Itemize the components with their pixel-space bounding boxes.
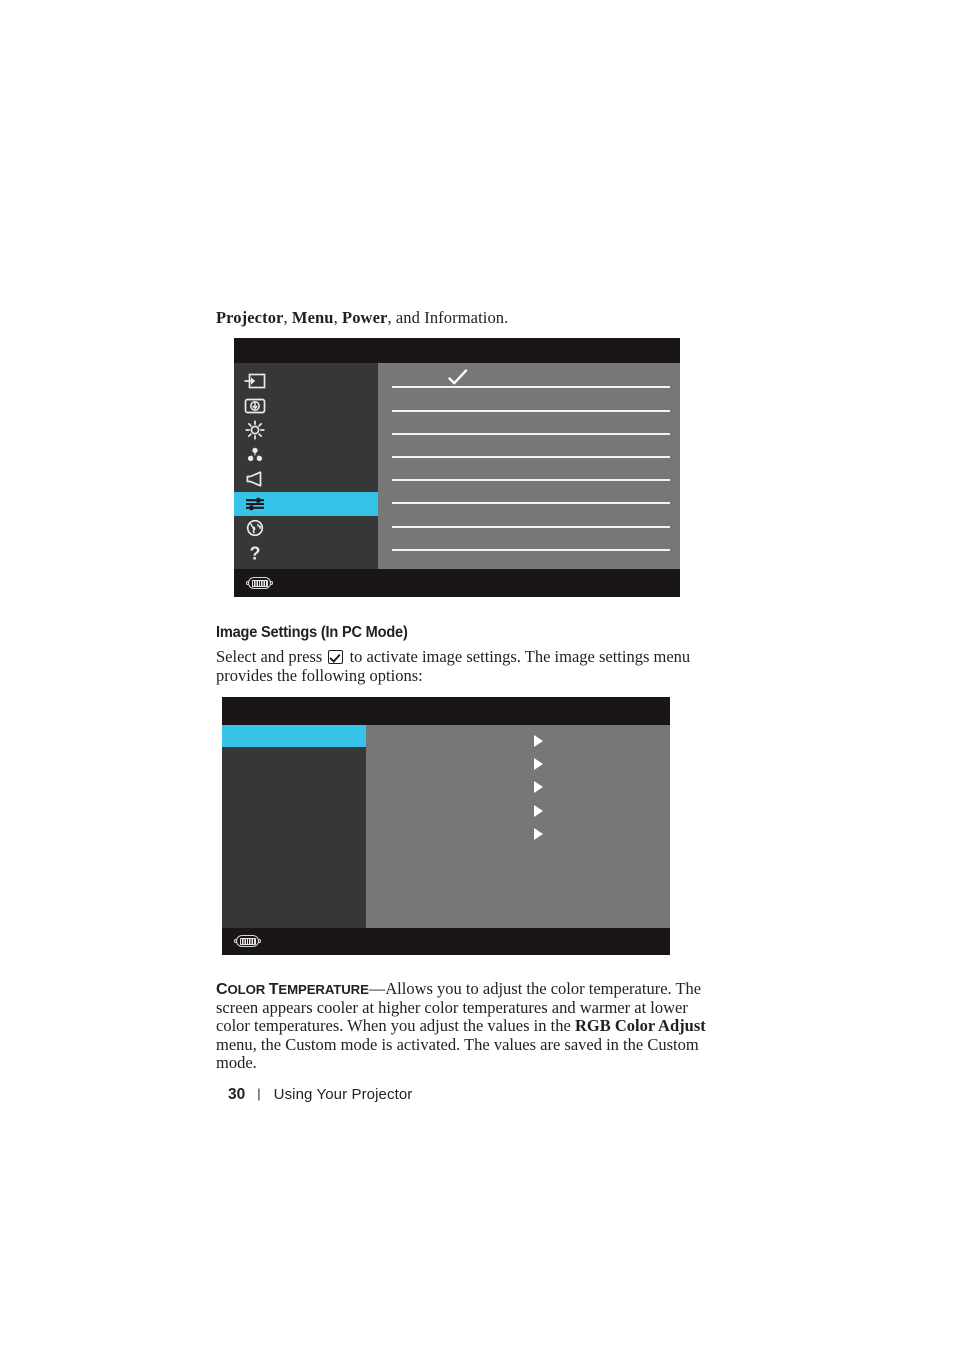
- submenu-arrow-1[interactable]: [534, 733, 543, 756]
- image-settings-description: Select and press to activate image setti…: [216, 647, 716, 685]
- para2-text-after-bold: menu, the Custom mode is activated. The …: [216, 1034, 699, 1072]
- term-dash: —: [368, 979, 386, 998]
- intro-tail: , and Information.: [387, 308, 509, 327]
- menu-row-4[interactable]: [222, 791, 366, 813]
- sidebar-item-auto-adjust[interactable]: [234, 394, 378, 419]
- osd-body: ?: [234, 363, 680, 569]
- display-settings-icon: [242, 493, 268, 515]
- vga-connector-icon: [246, 577, 273, 589]
- submenu-arrow-5[interactable]: [534, 826, 543, 849]
- osd2-body: [222, 725, 670, 928]
- chevron-right-icon: [534, 827, 543, 840]
- osd-options-panel: [378, 363, 680, 569]
- separator-line: [392, 456, 670, 458]
- intro-comma-1: ,: [283, 308, 292, 327]
- chevron-right-icon: [534, 758, 543, 771]
- submenu-arrow-4[interactable]: [534, 803, 543, 826]
- footer-separator: |: [257, 1086, 261, 1101]
- sidebar-item-color-settings[interactable]: [234, 443, 378, 468]
- chevron-right-icon: [534, 804, 543, 817]
- osd-title-bar: [234, 338, 680, 363]
- submenu-arrow-3[interactable]: [534, 779, 543, 802]
- osd2-footer-bar: [222, 928, 670, 955]
- menu-row-3[interactable]: [222, 769, 366, 791]
- sidebar-item-help[interactable]: ?: [234, 541, 378, 566]
- main-osd-menu-screenshot: ?: [234, 338, 680, 597]
- page-footer: 30 | Using Your Projector: [228, 1086, 412, 1104]
- color-temperature-description: COLOR TEMPERATURE—Allows you to adjust t…: [216, 979, 706, 1072]
- footer-section-title: Using Your Projector: [273, 1086, 413, 1103]
- sidebar-item-language[interactable]: [234, 516, 378, 541]
- separator-line: [392, 526, 670, 528]
- separator-line: [392, 386, 670, 388]
- sidebar-item-display-settings[interactable]: [234, 491, 378, 516]
- auto-adjust-icon: [242, 395, 268, 417]
- intro-term-power: Power: [342, 308, 388, 327]
- color-settings-icon: [242, 444, 268, 466]
- checkbox-check-icon: [328, 650, 344, 664]
- term-rest-temperature: EMPERATURE: [278, 982, 369, 997]
- intro-comma-2: ,: [333, 308, 343, 327]
- submenu-arrow-2[interactable]: [534, 756, 543, 779]
- menu-row-5[interactable]: [222, 813, 366, 835]
- intro-term-projector: Projector: [216, 308, 284, 327]
- svg-text:?: ?: [250, 543, 261, 563]
- help-question-icon: ?: [242, 542, 268, 564]
- page-number: 30: [228, 1086, 246, 1103]
- volume-speaker-icon: [242, 468, 268, 490]
- osd2-menu-sidebar: [222, 725, 366, 928]
- color-temperature-term: COLOR TEMPERATURE: [216, 981, 369, 998]
- separator-line: [392, 502, 670, 504]
- osd-icon-sidebar: ?: [234, 363, 378, 569]
- term-cap-t: T: [268, 981, 279, 998]
- osd2-title-bar: [222, 697, 670, 725]
- chevron-right-icon: [534, 735, 543, 747]
- rgb-color-adjust-term: RGB Color Adjust: [574, 1016, 706, 1036]
- menu-row-selected[interactable]: [222, 725, 366, 747]
- intro-sentence: Projector, Menu, Power, and Information.: [216, 307, 508, 329]
- page-section-heading: Image Settings (In PC Mode): [216, 624, 408, 641]
- separator-line: [392, 433, 670, 435]
- language-globe-icon: [242, 517, 268, 539]
- submenu-arrow-column: [534, 733, 543, 849]
- image-settings-osd-screenshot: [222, 697, 670, 955]
- osd-footer-bar: [234, 569, 680, 597]
- para1-before-icon: Select and press: [216, 647, 327, 666]
- term-rest-color: OLOR: [227, 982, 269, 997]
- menu-row-2[interactable]: [222, 747, 366, 769]
- sidebar-item-brightness-contrast[interactable]: [234, 418, 378, 443]
- osd-separator-lines: [392, 363, 670, 569]
- separator-line: [392, 410, 670, 412]
- osd2-options-panel: [366, 725, 670, 928]
- vga-connector-icon: [234, 935, 261, 947]
- separator-line: [392, 479, 670, 481]
- sidebar-item-volume[interactable]: [234, 467, 378, 492]
- brightness-contrast-icon: [242, 419, 268, 441]
- chevron-right-icon: [534, 781, 543, 794]
- separator-line: [392, 549, 670, 551]
- term-cap-c: C: [216, 981, 228, 998]
- input-source-icon: [242, 370, 268, 392]
- manual-page: Projector, Menu, Power, and Information.: [0, 0, 954, 1350]
- sidebar-item-input-source[interactable]: [234, 369, 378, 394]
- intro-term-menu: Menu: [291, 308, 334, 327]
